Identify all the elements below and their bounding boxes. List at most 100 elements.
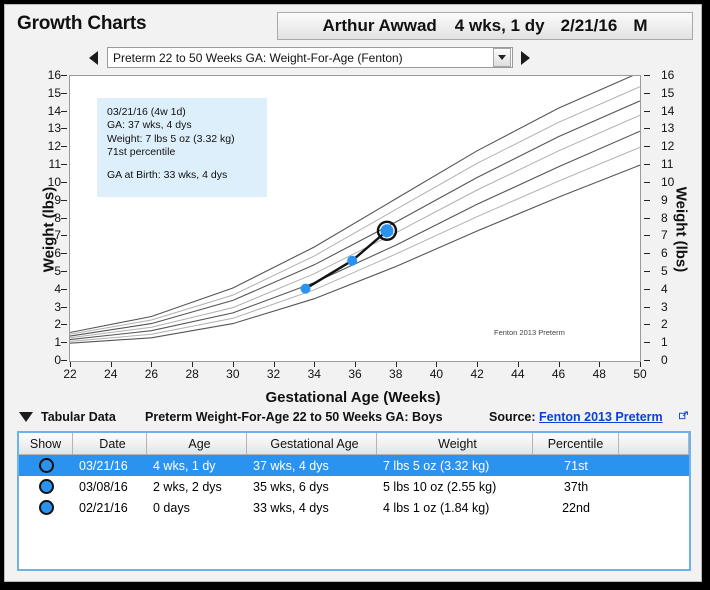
x-tick-label: 42 — [470, 367, 484, 381]
patient-name: Arthur Awwad — [322, 16, 437, 35]
table-column-header[interactable]: Show — [19, 433, 73, 455]
radio-selected-icon[interactable] — [38, 479, 54, 494]
y-tick-mark-right — [644, 253, 650, 255]
patient-banner[interactable]: Arthur Awwad 4 wks, 1 dy 2/21/16 M — [277, 12, 693, 40]
y-tick-label-right: 12 — [661, 139, 675, 154]
date-cell: 03/21/16 — [79, 458, 128, 473]
selected-data-point[interactable] — [380, 224, 394, 238]
y-tick-mark-left — [61, 288, 67, 290]
date-cell: 02/21/16 — [79, 500, 128, 515]
table-column-header[interactable] — [619, 433, 689, 455]
annotation-percentile: 71st percentile — [107, 146, 176, 159]
y-tick-label-right: 11 — [661, 157, 674, 172]
y-tick-mark-left — [61, 217, 67, 219]
annotation-weight: Weight: 7 lbs 5 oz (3.32 kg) — [107, 132, 235, 145]
x-tick-mark — [70, 362, 71, 367]
table-row[interactable]: 03/08/16 2 wks, 2 dys 35 wks, 6 dys 5 lbs 1… — [19, 476, 689, 497]
chevron-down-icon — [498, 55, 506, 60]
y-tick-label-left: 5 — [54, 263, 61, 278]
percentile-cell: 22nd — [562, 500, 590, 515]
percentile-cell: 71st — [564, 458, 588, 473]
x-tick-mark — [640, 362, 641, 367]
annotation-spacer — [107, 160, 267, 169]
table-column-header[interactable]: Weight — [377, 433, 533, 455]
table-column-header[interactable]: Gestational Age — [247, 433, 377, 455]
y-tick-mark-left — [61, 110, 67, 112]
data-point[interactable] — [300, 283, 311, 294]
y-tick-label-right: 14 — [661, 103, 675, 118]
x-tick-label: 46 — [551, 367, 566, 381]
next-chart-button[interactable] — [517, 49, 533, 67]
x-tick-mark — [151, 362, 153, 367]
y-tick-mark-right — [644, 217, 650, 219]
x-tick-mark — [517, 362, 519, 367]
y-tick-mark-left — [61, 342, 67, 344]
x-tick-mark — [599, 362, 601, 367]
x-tick-label: 32 — [266, 367, 281, 381]
plot-area[interactable]: 03/21/16 (4w 1d) GA: 37 wks, 4 dys Weigh… — [69, 75, 641, 362]
x-tick-mark — [110, 362, 112, 367]
radio-selected-icon[interactable] — [38, 500, 54, 515]
weight-cell: 4 lbs 1 oz (1.84 kg) — [383, 500, 490, 515]
source-label: Source: — [489, 410, 536, 424]
y-tick-label-right: 1 — [661, 335, 668, 350]
gestational-age-cell: 35 wks, 6 dys — [253, 479, 329, 494]
percentile-cell: 37th — [563, 479, 589, 494]
x-tick-label: 22 — [63, 367, 77, 381]
data-point[interactable] — [347, 255, 358, 266]
triangle-down-icon[interactable] — [19, 412, 33, 422]
y-tick-label-right: 6 — [661, 246, 668, 261]
x-tick-mark — [395, 362, 397, 367]
table-row[interactable]: 02/21/16 0 days 33 wks, 4 dys 4 lbs 1 oz (1… — [19, 497, 689, 518]
radio-selected-icon[interactable] — [38, 458, 54, 473]
chart-type-select-button[interactable] — [493, 48, 511, 67]
y-tick-mark-right — [644, 110, 650, 112]
y-tick-mark-left — [61, 270, 67, 272]
date-cell: 03/08/16 — [79, 479, 128, 494]
table-column-header[interactable]: Percentile — [533, 433, 619, 455]
y-tick-mark-right — [644, 92, 650, 94]
show-cell — [19, 458, 73, 473]
y-tick-label-right: 15 — [661, 85, 675, 100]
x-tick-label: 26 — [144, 367, 159, 381]
y-tick-label-left: 14 — [47, 103, 61, 118]
x-tick-label: 40 — [429, 367, 444, 381]
y-tick-mark-left — [61, 360, 67, 361]
y-tick-label-right: 4 — [661, 281, 668, 296]
y-tick-mark-left — [61, 128, 67, 130]
data-point-annotation: 03/21/16 (4w 1d) GA: 37 wks, 4 dys Weigh… — [97, 98, 267, 197]
y-tick-label-left: 13 — [47, 121, 61, 136]
x-tick-mark — [558, 362, 560, 367]
x-tick-mark — [355, 362, 356, 367]
y-tick-mark-right — [644, 235, 650, 237]
table-row[interactable]: 03/21/16 4 wks, 1 dy 37 wks, 4 dys 7 lbs 5 … — [19, 455, 689, 476]
x-tick-mark — [436, 362, 438, 367]
y-tick-mark-right — [644, 270, 650, 272]
patient-age: 4 wks, 1 dy — [454, 16, 545, 35]
y-tick-label-right: 9 — [661, 192, 668, 207]
y-tick-label-left: 12 — [47, 139, 61, 154]
y-tick-mark-left — [61, 235, 67, 237]
x-tick-label: 48 — [592, 367, 606, 381]
x-tick-label: 34 — [307, 367, 321, 381]
chart-type-select[interactable]: Preterm 22 to 50 Weeks GA: Weight-For-Ag… — [107, 47, 513, 68]
external-link-icon[interactable] — [679, 411, 688, 420]
page-title: Growth Charts — [17, 13, 147, 34]
source-link[interactable]: Fenton 2013 Preterm — [539, 410, 663, 424]
y-tick-mark-right — [644, 306, 650, 308]
y-tick-label-left: 8 — [54, 210, 61, 225]
growth-chart: Weight (lbs) Weight (lbs) Gestational Ag… — [5, 68, 701, 409]
x-tick-mark — [273, 362, 275, 367]
y-tick-label-right: 7 — [661, 228, 668, 243]
age-cell: 0 days — [153, 500, 190, 515]
table-column-header[interactable]: Date — [73, 433, 147, 455]
x-tick-label: 50 — [633, 367, 647, 381]
table-column-header[interactable]: Age — [147, 433, 247, 455]
measurements-table[interactable]: Show Date Age Gestational Age Weight Percenti… — [17, 431, 691, 571]
gestational-age-cell: 37 wks, 4 dys — [253, 458, 329, 473]
patient-trend-line — [304, 229, 388, 290]
previous-chart-button[interactable] — [85, 49, 101, 67]
patient-dob: 2/21/16 — [560, 16, 618, 35]
x-tick-label: 28 — [185, 367, 199, 381]
chart-selector-bar: Preterm 22 to 50 Weeks GA: Weight-For-Ag… — [5, 47, 701, 71]
